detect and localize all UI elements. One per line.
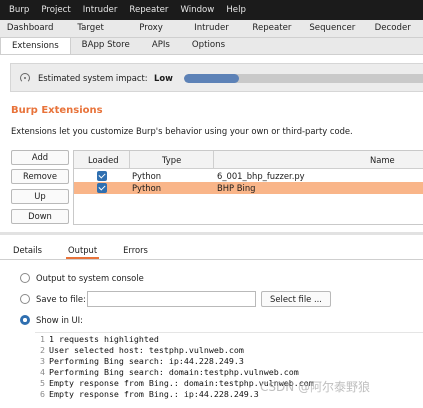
- line-number: 5: [40, 378, 45, 388]
- select-file-button[interactable]: Select file ...: [261, 291, 331, 307]
- console-line: 4 Performing Bing search: domain:testphp.…: [35, 367, 299, 378]
- row-name: BHP Bing: [217, 183, 256, 193]
- impact-bar-fill: [184, 74, 239, 83]
- watermark: CSDN @阿尔泰野狼: [260, 380, 371, 394]
- line-text: Performing Bing search: domain:testphp.v…: [49, 367, 299, 377]
- loaded-checkbox[interactable]: [97, 171, 107, 181]
- tab-target[interactable]: Target: [60, 20, 120, 37]
- show-in-ui-label: Show in UI:: [36, 315, 83, 325]
- tab-underline-rule: [0, 259, 423, 260]
- line-number: 6: [40, 389, 45, 399]
- tab-dashboard[interactable]: Dashboard: [0, 20, 60, 37]
- system-console-radio[interactable]: [20, 273, 30, 283]
- header-name[interactable]: Name: [370, 155, 395, 165]
- menu-intruder[interactable]: Intruder: [77, 5, 124, 15]
- remove-button[interactable]: Remove: [11, 169, 69, 184]
- row-type: Python: [132, 183, 162, 193]
- gauge-icon: [20, 73, 30, 83]
- table-row[interactable]: Python 6_001_bhp_fuzzer.py: [74, 170, 423, 182]
- impact-value: Low: [154, 73, 173, 83]
- file-path-field[interactable]: [87, 291, 256, 307]
- tab-intruder[interactable]: Intruder: [181, 20, 241, 37]
- loaded-checkbox[interactable]: [97, 183, 107, 193]
- tab-details[interactable]: Details: [11, 245, 44, 259]
- column-divider: [213, 151, 214, 169]
- line-text: User selected host: testphp.vulnweb.com: [49, 345, 244, 355]
- detail-tab-bar: Details Output Errors: [11, 245, 172, 259]
- line-text: Empty response from Bing.: ip:44.228.249…: [49, 389, 259, 399]
- line-number: 2: [40, 345, 45, 355]
- show-in-ui-radio[interactable]: [20, 315, 30, 325]
- tab-apis[interactable]: APIs: [141, 37, 181, 54]
- section-title: Burp Extensions: [11, 105, 103, 116]
- menu-help[interactable]: Help: [220, 5, 252, 15]
- row-name: 6_001_bhp_fuzzer.py: [217, 171, 305, 181]
- output-console[interactable]: 1 1 requests highlighted 2 User selected h…: [35, 332, 423, 408]
- header-loaded[interactable]: Loaded: [88, 155, 119, 165]
- section-description: Extensions let you customize Burp's beha…: [11, 126, 353, 136]
- system-console-label: Output to system console: [36, 273, 144, 283]
- console-line: 3 Performing Bing search: ip:44.228.249.3: [35, 356, 244, 367]
- impact-bar: [184, 74, 423, 83]
- table-row[interactable]: Python BHP Bing: [74, 182, 423, 194]
- line-text: 1 requests highlighted: [49, 334, 159, 344]
- tab-decoder[interactable]: Decoder: [363, 20, 423, 37]
- console-line: 2 User selected host: testphp.vulnweb.com: [35, 345, 244, 356]
- line-number: 1: [40, 334, 45, 344]
- tab-proxy[interactable]: Proxy: [121, 20, 181, 37]
- header-type[interactable]: Type: [162, 155, 181, 165]
- tab-bapp-store[interactable]: BApp Store: [71, 37, 141, 54]
- line-text: Performing Bing search: ip:44.228.249.3: [49, 356, 244, 366]
- main-tab-bar: Dashboard Target Proxy Intruder Repeater…: [0, 20, 423, 38]
- column-divider: [129, 151, 130, 169]
- line-number: 3: [40, 356, 45, 366]
- save-to-file-label: Save to file:: [36, 294, 86, 304]
- impact-label: Estimated system impact:: [38, 73, 148, 83]
- tab-options[interactable]: Options: [181, 37, 236, 54]
- tab-extensions[interactable]: Extensions: [0, 37, 71, 54]
- extensions-table: Loaded Type Name Python 6_001_bhp_fuzzer…: [73, 150, 423, 225]
- line-number: 4: [40, 367, 45, 377]
- up-button[interactable]: Up: [11, 189, 69, 204]
- tab-errors[interactable]: Errors: [121, 245, 150, 259]
- sub-tab-bar: Extensions BApp Store APIs Options: [0, 37, 423, 55]
- menu-window[interactable]: Window: [174, 5, 220, 15]
- tab-repeater[interactable]: Repeater: [242, 20, 302, 37]
- system-impact-panel: Estimated system impact: Low: [10, 63, 423, 92]
- console-line: 1 1 requests highlighted: [35, 334, 159, 345]
- menu-project[interactable]: Project: [35, 5, 76, 15]
- tab-output[interactable]: Output: [66, 245, 100, 259]
- split-divider[interactable]: [0, 232, 423, 235]
- menu-burp[interactable]: Burp: [0, 5, 35, 15]
- save-to-file-radio[interactable]: [20, 294, 30, 304]
- table-header: Loaded Type Name: [74, 151, 423, 169]
- row-type: Python: [132, 171, 162, 181]
- menu-repeater[interactable]: Repeater: [123, 5, 174, 15]
- down-button[interactable]: Down: [11, 209, 69, 224]
- menu-bar: Burp Project Intruder Repeater Window He…: [0, 0, 423, 20]
- console-line: 6 Empty response from Bing.: ip:44.228.24…: [35, 389, 259, 400]
- add-button[interactable]: Add: [11, 150, 69, 165]
- tab-sequencer[interactable]: Sequencer: [302, 20, 362, 37]
